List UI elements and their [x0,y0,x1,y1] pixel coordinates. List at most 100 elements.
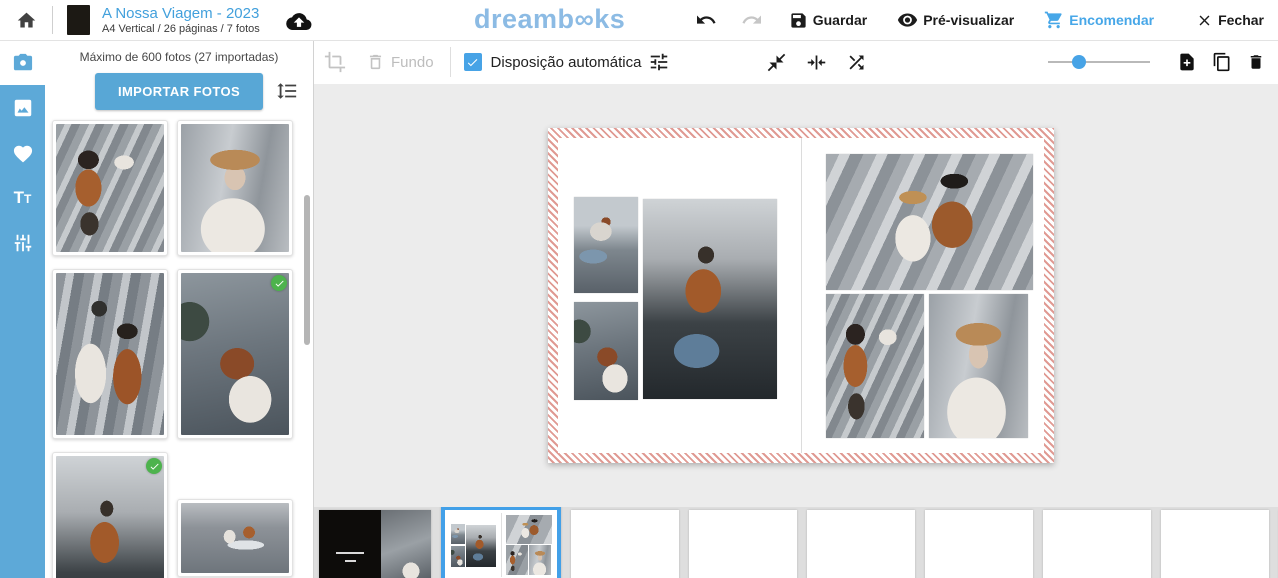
filmstrip-blank-spread-4[interactable] [807,510,915,578]
filmstrip-blank-spread-7[interactable] [1161,510,1269,578]
text-icon: TT [14,188,32,208]
shuffle-layout-button[interactable] [846,52,867,73]
filmstrip-blank-spread-2[interactable] [571,510,679,578]
import-photos-button[interactable]: IMPORTAR FOTOS [95,73,263,110]
trash-icon [1247,52,1265,72]
spread-photo-couple-standing[interactable] [826,154,1033,290]
photo-thumb-woman-hat[interactable] [177,120,293,256]
spread-photo-couple-rocks[interactable] [826,294,924,438]
editor-toolbar: Fundo Disposição automática [314,40,1278,85]
trash-outline-icon [366,52,385,72]
photo-used-check-icon [146,458,162,474]
home-icon [16,10,37,31]
toolbar-right-group [1048,40,1265,84]
photo-thumb-couple-boat[interactable] [177,499,293,577]
photo-image [181,124,289,252]
tune-icon [12,232,34,254]
check-icon [466,56,479,69]
order-button[interactable]: Encomendar [1044,10,1154,30]
photo-grid [45,111,313,578]
book-spread [548,128,1054,463]
sidebar-tab-gallery[interactable] [0,85,45,130]
zoom-slider[interactable] [1048,55,1150,69]
filmstrip-blank-spread-3[interactable] [689,510,797,578]
photo-thumb-woman-lake[interactable] [177,269,293,439]
filmstrip-blank-spread-6[interactable] [1043,510,1151,578]
crop-button[interactable] [324,51,346,73]
photo-thumb-man-boat[interactable] [52,452,168,578]
redo-icon [741,11,763,29]
sidebar-tab-settings[interactable] [0,220,45,265]
sidebar-tabs-group: TT [0,85,45,578]
spread-photo-woman-hat[interactable] [929,294,1028,438]
topbar-actions: Guardar Pré-visualizar Encomendar Fechar [695,10,1278,30]
compress-horizontal-button[interactable] [806,52,827,73]
sidebar-tab-text[interactable]: TT [0,175,45,220]
cart-icon [1044,10,1064,30]
collapse-layout-button[interactable] [766,52,787,73]
layout-options-button[interactable] [648,51,670,73]
workspace: Fundo Disposição automática [314,40,1278,578]
canvas [314,84,1278,578]
zoom-slider-track [1048,61,1150,63]
zoom-slider-thumb[interactable] [1072,55,1086,69]
project-cover-thumbnail [67,5,90,35]
project-title: A Nossa Viagem - 2023 [102,5,260,22]
import-row: IMPORTAR FOTOS [45,73,313,111]
sidebar-tab-photos[interactable] [0,40,45,85]
cloud-upload-icon [286,11,312,30]
compress-icon [806,52,827,73]
save-button[interactable]: Guardar [789,11,867,30]
toolbar-divider [450,47,451,77]
tune-icon [648,51,670,73]
preview-label: Pré-visualizar [923,12,1014,28]
sort-photos-button[interactable] [276,80,298,102]
sidebar: TT [0,40,45,578]
photo-image [56,456,164,578]
photo-image [56,124,164,252]
add-page-button[interactable] [1177,52,1197,72]
crop-icon [324,51,346,73]
cloud-sync-button[interactable] [286,11,312,30]
spread-photo-woman-lake[interactable] [574,302,638,400]
project-subtitle: A4 Vertical / 26 páginas / 7 fotos [102,23,260,36]
order-label: Encomendar [1069,12,1154,28]
sidebar-tab-favorites[interactable] [0,130,45,175]
spread-photo-woman-boat[interactable] [574,197,638,293]
photo-image [181,273,289,435]
shuffle-icon [846,52,867,73]
cover-photo [381,510,431,578]
filmstrip-cover[interactable] [319,510,431,578]
camera-icon [12,53,34,73]
redo-button[interactable] [741,11,763,29]
topbar: A Nossa Viagem - 2023 A4 Vertical / 26 p… [0,0,1278,41]
filmstrip-spread-selected[interactable] [441,507,561,578]
home-button[interactable] [16,10,37,31]
delete-background-button[interactable]: Fundo [366,52,434,72]
save-icon [789,11,808,30]
auto-layout-checkbox[interactable] [464,53,482,71]
duplicate-page-button[interactable] [1212,52,1232,72]
filmstrip-blank-spread-5[interactable] [925,510,1033,578]
close-button[interactable]: Fechar [1196,12,1264,29]
undo-button[interactable] [695,11,717,29]
page-fold-line [801,138,802,453]
photo-thumb-selfie-couple[interactable] [52,269,168,439]
arrows-inward-icon [766,52,787,73]
photo-image [181,503,289,573]
preview-button[interactable]: Pré-visualizar [897,12,1014,28]
spread-photo-man-boat[interactable] [643,199,777,399]
delete-page-button[interactable] [1247,52,1265,72]
filmstrip [314,507,1278,578]
photos-panel: Máximo de 600 fotos (27 importadas) IMPO… [45,40,314,578]
photo-thumb-couple-rocks[interactable] [52,120,168,256]
layout-shuffle-group [766,40,867,84]
photo-used-check-icon [271,275,287,291]
photos-scrollbar[interactable] [304,195,310,345]
line-spacing-icon [276,80,298,102]
background-label: Fundo [391,54,434,71]
eye-icon [897,12,918,28]
project-info: A Nossa Viagem - 2023 A4 Vertical / 26 p… [102,5,260,36]
image-icon [12,97,34,119]
heart-icon [12,143,34,163]
